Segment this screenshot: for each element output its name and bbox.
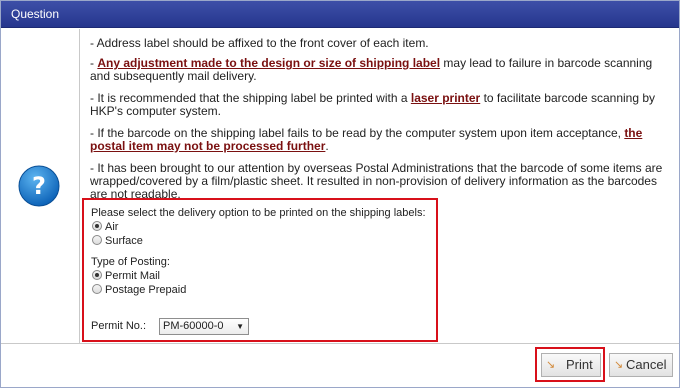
radio-surface-control[interactable] <box>92 235 102 245</box>
delivery-option-label: Please select the delivery option to be … <box>91 207 426 219</box>
dialog-title: Question <box>11 7 60 21</box>
radio-permit-mail-label: Permit Mail <box>105 270 161 282</box>
question-icon: ? <box>17 164 61 208</box>
message-line-barcode: - If the barcode on the shipping label f… <box>90 127 672 153</box>
message-line-address: - Address label should be affixed to the… <box>90 36 429 50</box>
radio-air[interactable]: Air <box>92 221 118 234</box>
print-button-label: Print <box>566 357 593 372</box>
cancel-icon: ↘ <box>614 359 624 371</box>
permit-no-select[interactable]: PM-60000-0 ▼ <box>159 318 249 335</box>
message-text: . <box>325 139 329 153</box>
column-divider <box>79 29 80 343</box>
cancel-button-label: Cancel <box>626 357 667 372</box>
footer-divider <box>1 343 679 344</box>
delivery-options-panel: Please select the delivery option to be … <box>82 198 438 342</box>
radio-air-control[interactable] <box>92 221 102 231</box>
radio-permit-mail[interactable]: Permit Mail <box>92 270 160 283</box>
message-line-film: - It has been brought to our attention b… <box>90 161 663 201</box>
emphasis-adjustment: Any adjustment made to the design or siz… <box>97 56 441 70</box>
cancel-button[interactable]: ↘ Cancel <box>609 353 673 377</box>
question-dialog: Question ? - Address label should be aff… <box>0 0 680 388</box>
message-body: - Address label should be affixed to the… <box>90 37 672 212</box>
radio-postage-prepaid-label: Postage Prepaid <box>105 284 187 296</box>
dialog-titlebar: Question <box>1 1 679 28</box>
radio-surface[interactable]: Surface <box>92 235 143 248</box>
permit-no-label: Permit No.: <box>91 320 147 332</box>
message-line-printer: - It is recommended that the shipping la… <box>90 92 672 118</box>
radio-permit-mail-control[interactable] <box>92 270 102 280</box>
print-button[interactable]: ↘ Print <box>541 353 601 377</box>
print-icon: ↘ <box>546 359 556 371</box>
radio-surface-label: Surface <box>105 235 143 247</box>
emphasis-laser-printer: laser printer <box>410 91 481 105</box>
svg-text:?: ? <box>32 172 46 200</box>
chevron-down-icon: ▼ <box>236 322 244 331</box>
message-line-adjustment: - Any adjustment made to the design or s… <box>90 57 672 83</box>
radio-postage-prepaid[interactable]: Postage Prepaid <box>92 284 186 297</box>
message-text: - It is recommended that the shipping la… <box>90 91 411 105</box>
radio-air-label: Air <box>105 221 119 233</box>
radio-postage-prepaid-control[interactable] <box>92 284 102 294</box>
permit-no-value: PM-60000-0 <box>163 320 224 332</box>
message-text: - If the barcode on the shipping label f… <box>90 126 625 140</box>
posting-type-label: Type of Posting: <box>91 256 170 268</box>
